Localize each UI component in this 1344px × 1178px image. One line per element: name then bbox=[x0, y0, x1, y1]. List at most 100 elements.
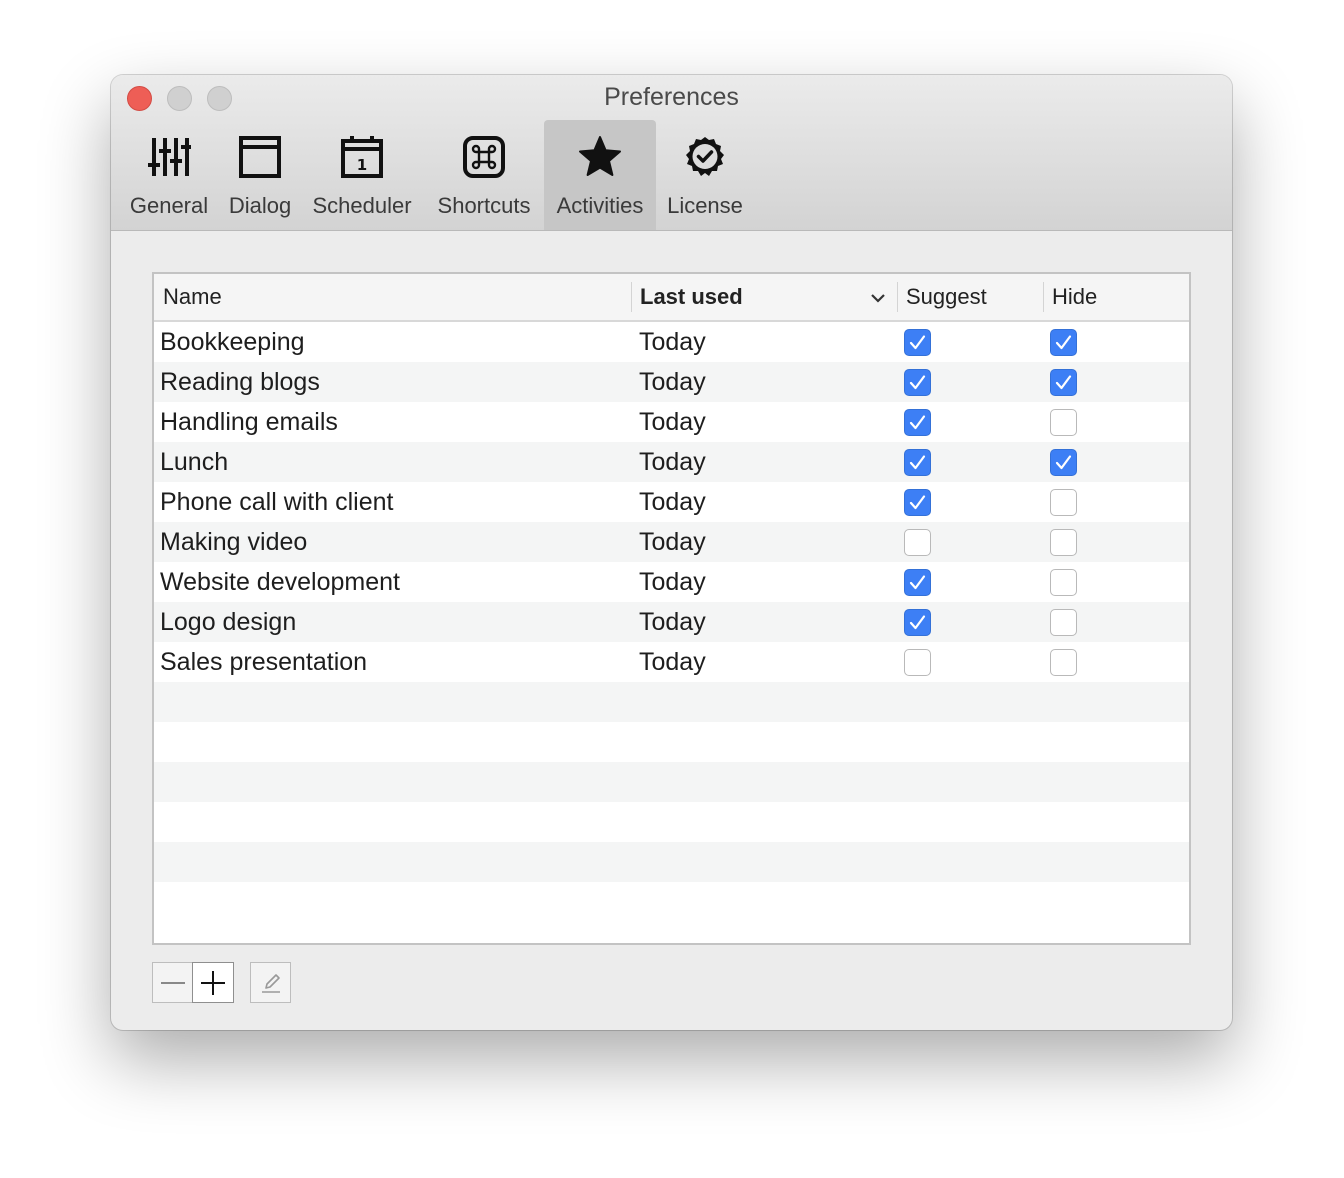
activity-last-used: Today bbox=[639, 608, 706, 636]
suggest-checkbox[interactable] bbox=[904, 609, 931, 636]
badge-check-icon bbox=[686, 137, 724, 176]
calendar-icon: 1 bbox=[341, 136, 383, 178]
suggest-checkbox[interactable] bbox=[904, 409, 931, 436]
star-icon bbox=[579, 136, 621, 176]
activity-last-used: Today bbox=[639, 368, 706, 396]
empty-row bbox=[154, 802, 1189, 842]
chevron-down-icon bbox=[871, 294, 885, 303]
table-row[interactable]: Bookkeeping Today bbox=[154, 322, 1189, 362]
empty-row bbox=[154, 842, 1189, 882]
tab-activities[interactable]: Activities bbox=[544, 120, 656, 230]
table-row[interactable]: Sales presentation Today bbox=[154, 642, 1189, 682]
tab-dialog-label: Dialog bbox=[228, 193, 292, 218]
pencil-icon bbox=[261, 973, 280, 993]
activity-last-used: Today bbox=[639, 448, 706, 476]
hide-checkbox[interactable] bbox=[1050, 529, 1077, 556]
activity-last-used: Today bbox=[639, 528, 706, 556]
checkmark-icon bbox=[1055, 335, 1072, 350]
empty-row bbox=[154, 762, 1189, 802]
table-header: Name Last used Suggest Hide bbox=[154, 274, 1189, 322]
tab-scheduler[interactable]: 1 Scheduler bbox=[308, 120, 416, 230]
tab-dialog[interactable]: Dialog bbox=[223, 120, 297, 230]
hide-checkbox[interactable] bbox=[1050, 609, 1077, 636]
checkmark-icon bbox=[909, 335, 926, 350]
tab-license-label: License bbox=[667, 193, 743, 218]
activity-name: Reading blogs bbox=[160, 368, 320, 396]
checkmark-icon bbox=[909, 455, 926, 470]
empty-row bbox=[154, 882, 1189, 922]
table-row[interactable]: Making video Today bbox=[154, 522, 1189, 562]
activity-last-used: Today bbox=[639, 568, 706, 596]
empty-row bbox=[154, 722, 1189, 762]
table-row[interactable]: Website development Today bbox=[154, 562, 1189, 602]
column-divider bbox=[631, 282, 632, 312]
activity-last-used: Today bbox=[639, 488, 706, 516]
checkmark-icon bbox=[909, 495, 926, 510]
plus-icon bbox=[201, 970, 225, 995]
activity-name: Lunch bbox=[160, 448, 229, 476]
hide-checkbox[interactable] bbox=[1050, 569, 1077, 596]
suggest-checkbox[interactable] bbox=[904, 569, 931, 596]
activity-name: Logo design bbox=[160, 608, 297, 636]
tab-shortcuts[interactable]: Shortcuts bbox=[431, 120, 537, 230]
window-icon bbox=[239, 136, 281, 178]
activity-last-used: Today bbox=[639, 648, 706, 676]
activity-name: Making video bbox=[160, 528, 308, 556]
title-bar: Preferences General Dialog 1 Scheduler S… bbox=[111, 75, 1232, 231]
column-header-hide[interactable]: Hide bbox=[1052, 274, 1097, 320]
checkmark-icon bbox=[1055, 375, 1072, 390]
minus-icon bbox=[160, 981, 185, 984]
sliders-icon bbox=[148, 138, 191, 176]
activity-name: Handling emails bbox=[160, 408, 338, 436]
calendar-day: 1 bbox=[357, 156, 367, 174]
checkmark-icon bbox=[1055, 455, 1072, 470]
hide-checkbox[interactable] bbox=[1050, 369, 1077, 396]
column-header-last-used[interactable]: Last used bbox=[640, 274, 743, 320]
suggest-checkbox[interactable] bbox=[904, 489, 931, 516]
column-header-suggest[interactable]: Suggest bbox=[906, 274, 987, 320]
table-body: Bookkeeping Today Reading blogs Today Handli… bbox=[154, 322, 1189, 922]
column-divider bbox=[897, 282, 898, 312]
tab-general-label: General bbox=[129, 193, 209, 218]
tab-activities-label: Activities bbox=[556, 193, 644, 218]
column-divider bbox=[1043, 282, 1044, 312]
suggest-checkbox[interactable] bbox=[904, 449, 931, 476]
activity-name: Phone call with client bbox=[160, 488, 394, 516]
add-activity-button[interactable] bbox=[192, 962, 234, 1003]
table-row[interactable]: Lunch Today bbox=[154, 442, 1189, 482]
checkmark-icon bbox=[909, 415, 926, 430]
tab-shortcuts-label: Shortcuts bbox=[437, 193, 531, 218]
window-title: Preferences bbox=[604, 83, 739, 111]
table-row[interactable]: Phone call with client Today bbox=[154, 482, 1189, 522]
activity-name: Bookkeeping bbox=[160, 328, 305, 356]
activity-name: Website development bbox=[160, 568, 400, 596]
suggest-checkbox[interactable] bbox=[904, 649, 931, 676]
suggest-checkbox[interactable] bbox=[904, 369, 931, 396]
edit-activity-button[interactable] bbox=[250, 962, 291, 1003]
activity-name: Sales presentation bbox=[160, 648, 368, 676]
suggest-checkbox[interactable] bbox=[904, 529, 931, 556]
checkmark-icon bbox=[909, 375, 926, 390]
checkmark-icon bbox=[909, 575, 926, 590]
tab-scheduler-label: Scheduler bbox=[312, 193, 412, 218]
tab-general[interactable]: General bbox=[125, 120, 213, 230]
table-row[interactable]: Reading blogs Today bbox=[154, 362, 1189, 402]
hide-checkbox[interactable] bbox=[1050, 649, 1077, 676]
activities-table: Name Last used Suggest Hide Bookkeeping T… bbox=[152, 272, 1191, 945]
activity-last-used: Today bbox=[639, 328, 706, 356]
table-row[interactable]: Logo design Today bbox=[154, 602, 1189, 642]
table-row[interactable]: Handling emails Today bbox=[154, 402, 1189, 442]
empty-row bbox=[154, 682, 1189, 722]
preferences-window: Preferences General Dialog 1 Scheduler S… bbox=[111, 75, 1232, 1030]
checkmark-icon bbox=[909, 615, 926, 630]
hide-checkbox[interactable] bbox=[1050, 489, 1077, 516]
suggest-checkbox[interactable] bbox=[904, 329, 931, 356]
activity-last-used: Today bbox=[639, 408, 706, 436]
command-key-icon bbox=[463, 136, 505, 178]
column-header-name[interactable]: Name bbox=[163, 274, 222, 320]
hide-checkbox[interactable] bbox=[1050, 409, 1077, 436]
hide-checkbox[interactable] bbox=[1050, 329, 1077, 356]
tab-license[interactable]: License bbox=[663, 120, 747, 230]
remove-activity-button[interactable] bbox=[152, 962, 193, 1003]
hide-checkbox[interactable] bbox=[1050, 449, 1077, 476]
